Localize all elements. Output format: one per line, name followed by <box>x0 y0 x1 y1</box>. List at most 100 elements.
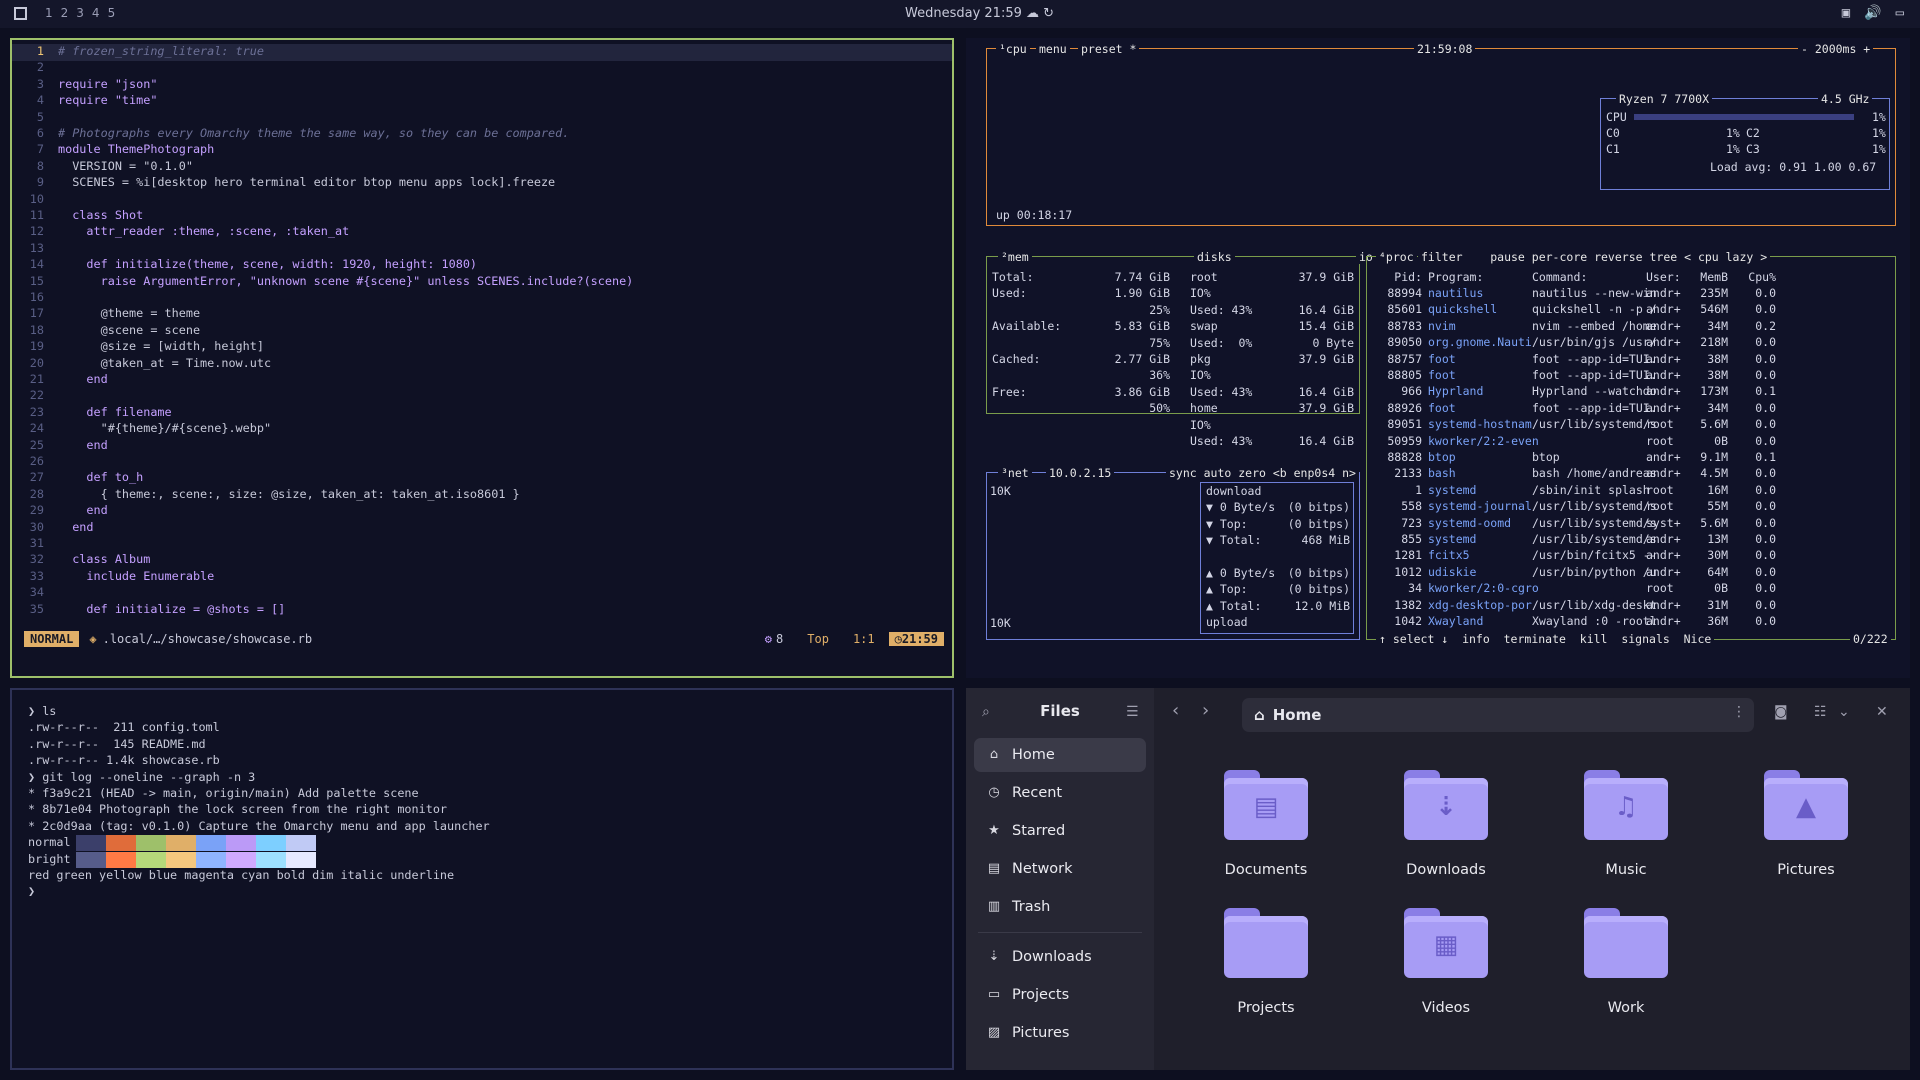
list-view-icon[interactable]: ☷ <box>1814 704 1827 720</box>
process-cell[interactable]: fcitx5 <box>1428 548 1470 562</box>
process-cell[interactable]: 88994 <box>1372 286 1422 300</box>
process-cell[interactable]: /usr/lib/systemd/s <box>1532 499 1657 513</box>
process-cell[interactable]: 0.0 <box>1736 499 1776 513</box>
proc-header-3[interactable]: User: <box>1646 270 1681 284</box>
terminal-window[interactable]: ❯ ls .rw-r--r-- 211 config.toml .rw-r--r--… <box>10 688 954 1070</box>
process-cell[interactable]: 0.0 <box>1736 352 1776 366</box>
process-cell[interactable]: 855 <box>1372 532 1422 546</box>
process-cell[interactable]: Hyprland <box>1428 384 1483 398</box>
proc-label[interactable]: ⁴proc <box>1376 250 1417 264</box>
process-cell[interactable]: 85601 <box>1372 302 1422 316</box>
workspace-4[interactable]: 4 <box>92 6 100 20</box>
proc-header-1[interactable]: Program: <box>1428 270 1483 284</box>
process-cell[interactable]: /usr/lib/xdg-deskt <box>1532 598 1657 612</box>
mem-label[interactable]: ²mem <box>998 250 1032 264</box>
menu-label[interactable]: menu <box>1036 42 1070 56</box>
process-cell[interactable]: nvim <box>1428 319 1456 333</box>
process-cell[interactable]: 89051 <box>1372 417 1422 431</box>
process-cell[interactable]: /usr/lib/systemd/s <box>1532 532 1657 546</box>
process-cell[interactable]: 173M <box>1688 384 1728 398</box>
process-cell[interactable]: quickshell <box>1428 302 1497 316</box>
process-cell[interactable]: 13M <box>1688 532 1728 546</box>
process-cell[interactable]: foot <box>1428 401 1456 415</box>
process-cell[interactable]: 0.0 <box>1736 434 1776 448</box>
process-cell[interactable]: root <box>1646 581 1674 595</box>
process-cell[interactable]: systemd <box>1428 483 1476 497</box>
process-cell[interactable]: 88926 <box>1372 401 1422 415</box>
workspace-1[interactable]: 1 <box>45 6 53 20</box>
process-cell[interactable]: 0.1 <box>1736 450 1776 464</box>
folder-pictures[interactable]: ▲ Pictures <box>1728 770 1868 890</box>
process-cell[interactable]: kworker/2:0-cgro <box>1428 581 1539 595</box>
folder-downloads[interactable]: ⇣ Downloads <box>1368 770 1508 890</box>
process-cell[interactable]: 1382 <box>1372 598 1422 612</box>
process-cell[interactable]: 0.0 <box>1736 598 1776 612</box>
process-cell[interactable]: 5.6M <box>1688 417 1728 431</box>
process-cell[interactable]: org.gnome.Nauti <box>1428 335 1532 349</box>
process-cell[interactable]: 0.0 <box>1736 286 1776 300</box>
process-cell[interactable]: 0.0 <box>1736 581 1776 595</box>
process-cell[interactable]: 0.0 <box>1736 565 1776 579</box>
process-cell[interactable]: 723 <box>1372 516 1422 530</box>
process-cell[interactable]: andr+ <box>1646 335 1681 349</box>
process-cell[interactable]: 0.0 <box>1736 548 1776 562</box>
process-cell[interactable]: xdg-desktop-por <box>1428 598 1532 612</box>
process-cell[interactable]: root <box>1646 434 1674 448</box>
process-cell[interactable]: 88783 <box>1372 319 1422 333</box>
process-cell[interactable]: bash <box>1428 466 1456 480</box>
process-cell[interactable]: udiskie <box>1428 565 1476 579</box>
btop-window[interactable]: ¹cpu menu preset * 21:59:08 - 2000ms + u… <box>966 38 1910 678</box>
process-cell[interactable]: 0.0 <box>1736 483 1776 497</box>
process-cell[interactable]: root <box>1646 483 1674 497</box>
folder-projects[interactable]: Projects <box>1188 908 1328 1028</box>
sidebar-item-trash[interactable]: ▥ Trash <box>974 890 1146 924</box>
cpu-label[interactable]: ¹cpu <box>996 42 1030 56</box>
process-cell[interactable]: 0.0 <box>1736 417 1776 431</box>
process-cell[interactable]: systemd <box>1428 532 1476 546</box>
close-icon[interactable]: ✕ <box>1876 704 1888 720</box>
process-cell[interactable]: 88805 <box>1372 368 1422 382</box>
process-cell[interactable]: root <box>1646 417 1674 431</box>
camera-icon[interactable]: ◙ <box>1774 704 1788 720</box>
process-cell[interactable]: 235M <box>1688 286 1728 300</box>
process-cell[interactable]: foot <box>1428 352 1456 366</box>
volume-icon[interactable]: 🔊 <box>1864 5 1881 21</box>
proc-header-5[interactable]: Cpu% <box>1736 270 1776 284</box>
process-cell[interactable]: andr+ <box>1646 368 1681 382</box>
process-cell[interactable]: systemd-hostnam <box>1428 417 1532 431</box>
process-cell[interactable]: foot --app-id=TUI. <box>1532 352 1657 366</box>
process-cell[interactable]: andr+ <box>1646 384 1681 398</box>
forward-button[interactable]: › <box>1202 700 1209 721</box>
process-cell[interactable]: andr+ <box>1646 614 1681 628</box>
process-cell[interactable]: 34M <box>1688 401 1728 415</box>
process-cell[interactable]: nautilus --new-win <box>1532 286 1657 300</box>
process-cell[interactable]: 0B <box>1688 581 1728 595</box>
chevron-down-icon[interactable]: ⌄ <box>1838 704 1850 720</box>
workspace-3[interactable]: 3 <box>76 6 84 20</box>
disks-label[interactable]: disks <box>1194 250 1235 264</box>
process-cell[interactable]: 1 <box>1372 483 1422 497</box>
back-button[interactable]: ‹ <box>1172 700 1179 721</box>
process-cell[interactable]: 0.0 <box>1736 614 1776 628</box>
path-menu-icon[interactable]: ⋮ <box>1732 704 1746 720</box>
process-cell[interactable]: 55M <box>1688 499 1728 513</box>
process-cell[interactable]: /usr/lib/systemd/s <box>1532 417 1657 431</box>
process-cell[interactable]: 34M <box>1688 319 1728 333</box>
process-cell[interactable]: root <box>1646 499 1674 513</box>
process-cell[interactable]: /usr/lib/systemd/s <box>1532 516 1657 530</box>
process-cell[interactable]: 36M <box>1688 614 1728 628</box>
process-cell[interactable]: andr+ <box>1646 548 1681 562</box>
clock[interactable]: Wednesday 21:59 ☁ ↻ <box>905 6 1054 21</box>
process-cell[interactable]: 38M <box>1688 368 1728 382</box>
proc-footer[interactable]: ↑ select ↓ info terminate kill signals N… <box>1376 632 1715 646</box>
refresh-icon[interactable]: ↻ <box>1043 6 1054 21</box>
process-cell[interactable]: 0.0 <box>1736 302 1776 316</box>
folder-videos[interactable]: ▦ Videos <box>1368 908 1508 1028</box>
process-cell[interactable]: andr+ <box>1646 466 1681 480</box>
process-cell[interactable]: Hyprland --watchdo <box>1532 384 1657 398</box>
sidebar-item-home[interactable]: ⌂ Home <box>974 738 1146 772</box>
process-cell[interactable]: 0.0 <box>1736 335 1776 349</box>
process-cell[interactable]: quickshell -n -p / <box>1532 302 1657 316</box>
process-cell[interactable]: andr+ <box>1646 532 1681 546</box>
process-cell[interactable]: andr+ <box>1646 598 1681 612</box>
